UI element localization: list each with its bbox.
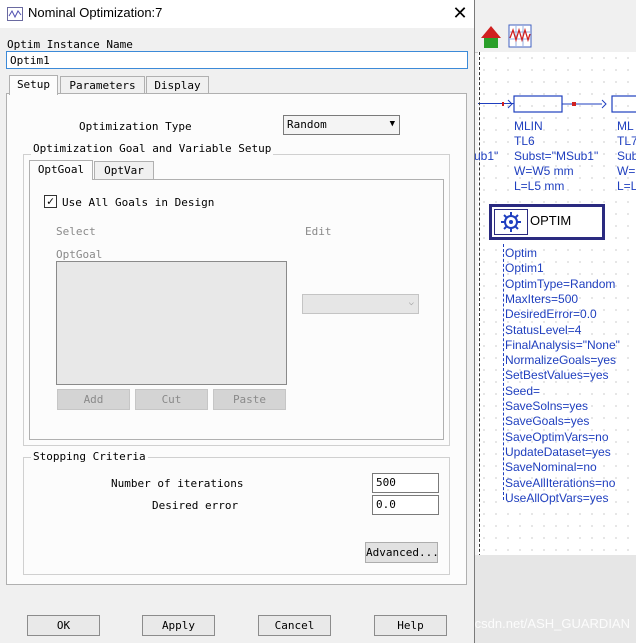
cut-button[interactable]: Cut xyxy=(135,389,208,410)
optim-param-line: SaveGoals=yes xyxy=(505,414,590,429)
optim-gear-icon xyxy=(501,212,521,232)
optimization-type-value: Random xyxy=(287,118,327,131)
optim-param-line: MaxIters=500 xyxy=(505,291,579,306)
optim-param-line: StatusLevel=4 xyxy=(505,322,582,337)
nominal-optimization-dialog: Nominal Optimization:7 ✕ Optim Instance … xyxy=(0,0,475,643)
ok-button[interactable]: OK xyxy=(27,615,100,636)
mlin-label: MLIN xyxy=(514,119,543,133)
waveform-grid-icon[interactable] xyxy=(508,24,532,48)
help-button[interactable]: Help xyxy=(374,615,447,636)
chevron-down-icon: ⌵ xyxy=(408,298,414,308)
tl6-label: TL6 xyxy=(514,134,535,148)
sub1-partial: ub1" xyxy=(474,149,499,163)
optim-param-line: DesiredError=0.0 xyxy=(505,307,597,322)
use-all-goals-label: Use All Goals in Design xyxy=(62,196,215,209)
tl7-partial: TL7 xyxy=(617,134,636,148)
w-partial: W= xyxy=(617,164,636,178)
iterations-label: Number of iterations xyxy=(111,477,244,490)
optimization-type-select[interactable]: Random ▼ xyxy=(283,115,400,135)
optim-component[interactable]: OPTIM xyxy=(489,204,605,240)
iterations-field[interactable]: 500 xyxy=(372,473,439,493)
close-icon[interactable]: ✕ xyxy=(446,0,474,28)
tab-optvar[interactable]: OptVar xyxy=(94,161,154,179)
optim-param-line: Optim xyxy=(505,246,538,260)
subst-label: Subst="MSub1" xyxy=(514,149,599,163)
optim-button-label: OPTIM xyxy=(530,213,572,228)
optim-param-line: SaveAllIterations=no xyxy=(505,475,616,490)
dialog-title: Nominal Optimization:7 xyxy=(28,5,163,20)
optim-param-line: SaveNominal=no xyxy=(505,460,597,475)
use-all-goals-checkbox[interactable]: ✓ xyxy=(44,195,57,208)
schematic-toolbar xyxy=(474,0,636,53)
stopping-criteria-title: Stopping Criteria xyxy=(31,450,148,463)
optgoal-list-label: OptGoal xyxy=(56,248,103,261)
optim-param-line: NormalizeGoals=yes xyxy=(505,353,617,368)
desired-error-field[interactable]: 0.0 xyxy=(372,495,439,515)
watermark: https://blog.csdn.net/ASH_GUARDIAN xyxy=(474,616,630,631)
cancel-button[interactable]: Cancel xyxy=(258,615,331,636)
dashed-boundary xyxy=(479,52,480,572)
tab-optgoal[interactable]: OptGoal xyxy=(29,160,93,180)
optim-param-line: OptimType=Random xyxy=(505,276,616,291)
goal-variable-group-title: Optimization Goal and Variable Setup xyxy=(31,142,274,155)
tab-parameters[interactable]: Parameters xyxy=(60,76,145,94)
title-bar[interactable]: Nominal Optimization:7 ✕ xyxy=(0,0,474,28)
edit-dropdown[interactable]: ⌵ xyxy=(302,294,419,314)
select-label: Select xyxy=(56,225,96,238)
length-label: L=L5 mm xyxy=(514,179,565,193)
edit-label: Edit xyxy=(305,225,332,238)
paste-button[interactable]: Paste xyxy=(213,389,286,410)
tuning-arrow-icon[interactable] xyxy=(480,24,502,50)
ml-partial: ML xyxy=(617,119,634,133)
optim-param-line: Seed= xyxy=(505,383,541,398)
optgoal-listbox[interactable] xyxy=(56,261,287,385)
width-label: W=W5 mm xyxy=(514,164,574,178)
chevron-down-icon: ▼ xyxy=(389,119,395,129)
optim-param-line: UpdateDataset=yes xyxy=(505,444,611,459)
optim-param-line: SetBestValues=yes xyxy=(505,368,609,383)
subst-partial: Subst xyxy=(617,149,636,163)
add-button[interactable]: Add xyxy=(57,389,130,410)
optim-param-line: UseAllOptVars=yes xyxy=(505,490,609,505)
schematic-panel: MLIN TL6 ub1" Subst="MSub1" W=W5 mm L=L5… xyxy=(474,0,636,643)
apply-button[interactable]: Apply xyxy=(142,615,215,636)
optim-param-line: SaveSolns=yes xyxy=(505,399,589,413)
mlin-tl6-symbol[interactable] xyxy=(502,94,636,114)
tab-setup[interactable]: Setup xyxy=(9,75,58,95)
optim-param-bracket xyxy=(503,244,504,500)
instance-name-field[interactable]: Optim1 xyxy=(6,51,468,69)
optimization-type-label: Optimization Type xyxy=(79,120,192,133)
instance-name-label: Optim Instance Name xyxy=(7,38,133,51)
optim-param-line: SaveOptimVars=no xyxy=(505,429,609,444)
advanced-button[interactable]: Advanced... xyxy=(365,542,439,563)
tab-display[interactable]: Display xyxy=(146,76,209,94)
optim-param-line: FinalAnalysis="None" xyxy=(505,337,620,352)
app-icon xyxy=(7,7,23,21)
optim-param-line: Optim1 xyxy=(505,261,544,276)
l-partial: L=L xyxy=(617,179,636,193)
desired-error-label: Desired error xyxy=(152,499,239,512)
